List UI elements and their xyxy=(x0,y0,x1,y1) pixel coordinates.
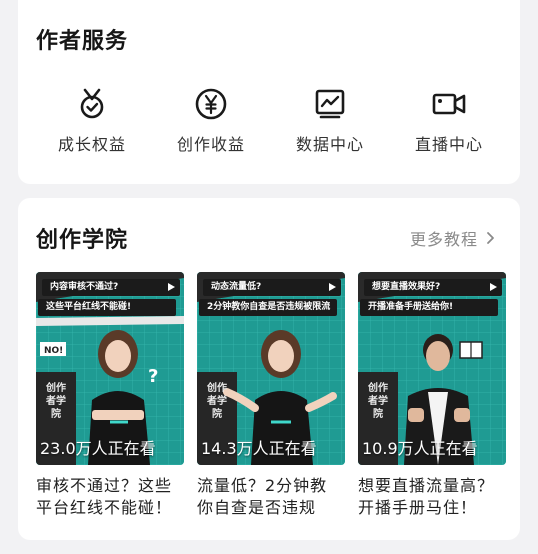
more-tutorials-link[interactable]: 更多教程 xyxy=(410,226,498,250)
yen-coin-icon xyxy=(195,88,227,120)
video-title-line: 想要直播流量高？ xyxy=(358,476,495,495)
service-label: 直播中心 xyxy=(414,135,483,154)
author-services-card: 作者服务 成长权益 创作收益 数据中心 直播中心 xyxy=(18,0,520,184)
thumbnail-banner-top: 内容审核不通过? xyxy=(42,279,180,296)
medal-icon xyxy=(80,88,104,119)
svg-text:NO!: NO! xyxy=(44,346,63,356)
banner-text: 动态流量低? xyxy=(211,282,262,292)
play-triangle-icon xyxy=(490,283,497,291)
video-camera-icon xyxy=(432,93,466,115)
video-title-line: 开播手册马住！ xyxy=(358,498,478,517)
video-thumbnail[interactable]: NO! ? 内容审核不通过? 这些平台红线不能碰! 创作者学院 23.0万人正在… xyxy=(36,272,184,465)
academy-vertical-tag: 创作者学院 xyxy=(207,383,227,420)
viewer-count: 10.9万人正在看 xyxy=(362,439,478,458)
tutorial-video-card[interactable]: 想要直播效果好? 开播准备手册送给你! 创作者学院 10.9万人正在看 想要直播… xyxy=(358,272,506,519)
banner-text: 2分钟教你自查是否违规被限流 xyxy=(207,302,331,312)
play-triangle-icon xyxy=(168,283,175,291)
video-title-line: 流量低？2分钟教 xyxy=(197,476,328,495)
academy-vertical-tag: 创作者学院 xyxy=(368,383,388,420)
banner-text: 这些平台红线不能碰! xyxy=(46,302,132,312)
video-title[interactable]: 流量低？2分钟教 你自查是否违规 xyxy=(197,475,345,519)
thumbnail-banner-bottom: 开播准备手册送给你! xyxy=(360,299,498,316)
viewer-count: 14.3万人正在看 xyxy=(201,439,317,458)
thumbnail-banner-bottom: 这些平台红线不能碰! xyxy=(38,299,176,316)
service-label: 成长权益 xyxy=(57,135,126,154)
author-services-grid: 成长权益 创作收益 数据中心 直播中心 xyxy=(18,86,520,156)
academy-vertical-tag: 创作者学院 xyxy=(46,383,66,420)
video-title[interactable]: 想要直播流量高？ 开播手册马住！ xyxy=(358,475,506,519)
service-creation-income[interactable]: 创作收益 xyxy=(151,86,271,155)
play-triangle-icon xyxy=(329,283,336,291)
viewer-count: 23.0万人正在看 xyxy=(40,439,156,458)
academy-title: 创作学院 xyxy=(36,228,129,253)
service-live-center[interactable]: 直播中心 xyxy=(389,86,509,155)
author-services-title: 作者服务 xyxy=(36,29,129,54)
video-title[interactable]: 审核不通过？这些 平台红线不能碰！ xyxy=(36,475,184,519)
chart-monitor-icon xyxy=(315,89,345,119)
creation-academy-card: 创作学院 更多教程 NO! ? 内容审核不通过? 这些平台红线不能碰! 创作者学… xyxy=(18,198,520,540)
service-data-center[interactable]: 数据中心 xyxy=(270,86,390,155)
thumbnail-banner-top: 动态流量低? xyxy=(203,279,341,296)
tutorial-video-list: NO! ? 内容审核不通过? 这些平台红线不能碰! 创作者学院 23.0万人正在… xyxy=(36,272,506,532)
chevron-right-icon xyxy=(487,232,494,244)
video-title-line: 平台红线不能碰！ xyxy=(36,498,173,517)
more-tutorials-label: 更多教程 xyxy=(409,230,478,249)
svg-text:?: ? xyxy=(148,366,158,387)
video-thumbnail[interactable]: 想要直播效果好? 开播准备手册送给你! 创作者学院 10.9万人正在看 xyxy=(358,272,506,465)
service-label: 创作收益 xyxy=(176,135,245,154)
video-title-line: 审核不通过？这些 xyxy=(36,476,173,495)
banner-text: 内容审核不通过? xyxy=(50,282,119,292)
video-thumbnail[interactable]: 动态流量低? 2分钟教你自查是否违规被限流 创作者学院 14.3万人正在看 xyxy=(197,272,345,465)
thumbnail-banner-top: 想要直播效果好? xyxy=(364,279,502,296)
thumbnail-banner-bottom: 2分钟教你自查是否违规被限流 xyxy=(199,299,337,316)
tutorial-video-card[interactable]: 动态流量低? 2分钟教你自查是否违规被限流 创作者学院 14.3万人正在看 流量… xyxy=(197,272,345,519)
service-growth-benefits[interactable]: 成长权益 xyxy=(32,86,152,155)
tutorial-video-card[interactable]: NO! ? 内容审核不通过? 这些平台红线不能碰! 创作者学院 23.0万人正在… xyxy=(36,272,184,519)
service-label: 数据中心 xyxy=(295,135,364,154)
video-title-line: 你自查是否违规 xyxy=(197,498,317,517)
banner-text: 开播准备手册送给你! xyxy=(368,302,454,312)
banner-text: 想要直播效果好? xyxy=(372,282,441,292)
